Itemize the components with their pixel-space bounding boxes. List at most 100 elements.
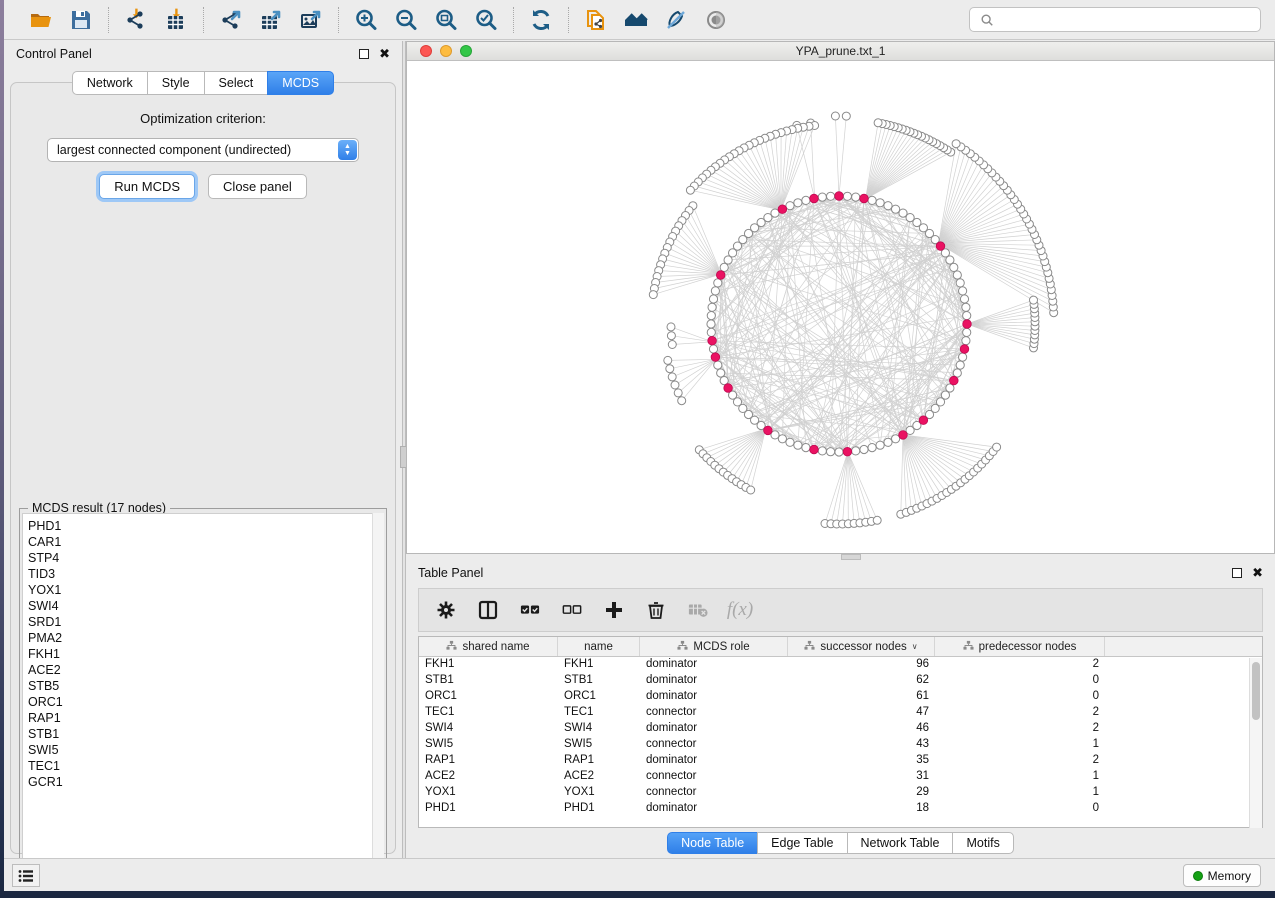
zoom-in-icon[interactable] bbox=[353, 7, 379, 33]
deselect-all-icon[interactable] bbox=[561, 599, 583, 621]
cell-predecessor_nodes: 2 bbox=[935, 657, 1105, 673]
table-row[interactable]: PHD1PHD1dominator180 bbox=[419, 801, 1262, 817]
column-type-icon bbox=[804, 640, 815, 654]
column-header-successor-nodes[interactable]: successor nodes∨ bbox=[788, 637, 935, 656]
export-table-icon[interactable] bbox=[258, 7, 284, 33]
network-canvas[interactable] bbox=[407, 62, 1274, 553]
mcds-result-item[interactable]: STP4 bbox=[28, 550, 373, 566]
zoom-fit-icon[interactable] bbox=[433, 7, 459, 33]
control-panel-tab-style[interactable]: Style bbox=[147, 71, 204, 95]
save-session-icon[interactable] bbox=[68, 7, 94, 33]
columns-icon[interactable] bbox=[477, 599, 499, 621]
cell-shared_name: SWI4 bbox=[419, 721, 558, 737]
cell-predecessor_nodes: 1 bbox=[935, 785, 1105, 801]
control-panel-tab-mcds[interactable]: MCDS bbox=[267, 71, 334, 95]
column-label: predecessor nodes bbox=[979, 641, 1077, 653]
table-panel-float-button[interactable] bbox=[1232, 568, 1242, 578]
cell-successor_nodes: 96 bbox=[788, 657, 935, 673]
cell-mcds_role: connector bbox=[640, 737, 788, 753]
cell-mcds_role: connector bbox=[640, 785, 788, 801]
delete-row-icon[interactable] bbox=[645, 599, 667, 621]
cell-predecessor_nodes: 1 bbox=[935, 769, 1105, 785]
table-row[interactable]: ORC1ORC1dominator610 bbox=[419, 689, 1262, 705]
column-header-predecessor-nodes[interactable]: predecessor nodes bbox=[935, 637, 1105, 656]
column-header-shared-name[interactable]: shared name bbox=[419, 637, 558, 656]
table-panel: Table Panel ✖ f(x) shared namenameMCDS r… bbox=[406, 560, 1275, 858]
table-row[interactable]: FKH1FKH1dominator962 bbox=[419, 657, 1262, 673]
clone-network-icon[interactable] bbox=[583, 7, 609, 33]
network-view-window: YPA_prune.txt_1 bbox=[406, 41, 1275, 554]
mcds-result-item[interactable]: CAR1 bbox=[28, 534, 373, 550]
mcds-result-item[interactable]: SWI4 bbox=[28, 598, 373, 614]
homes-icon[interactable] bbox=[623, 7, 649, 33]
mcds-result-item[interactable]: RAP1 bbox=[28, 710, 373, 726]
zoom-selected-icon[interactable] bbox=[473, 7, 499, 33]
mcds-result-item[interactable]: STB5 bbox=[28, 678, 373, 694]
node-table-scroll-thumb[interactable] bbox=[1252, 662, 1260, 720]
table-row[interactable]: TEC1TEC1connector472 bbox=[419, 705, 1262, 721]
cell-mcds_role: connector bbox=[640, 705, 788, 721]
mcds-result-list[interactable]: PHD1CAR1STP4TID3YOX1SWI4SRD1PMA2FKH1ACE2… bbox=[22, 513, 374, 877]
table-row[interactable]: ACE2ACE2connector311 bbox=[419, 769, 1262, 785]
mcds-result-item[interactable]: PMA2 bbox=[28, 630, 373, 646]
memory-button[interactable]: Memory bbox=[1183, 864, 1261, 887]
export-image-icon[interactable] bbox=[298, 7, 324, 33]
mcds-result-item[interactable]: YOX1 bbox=[28, 582, 373, 598]
status-bar: Memory bbox=[4, 858, 1275, 891]
network-window-titlebar[interactable]: YPA_prune.txt_1 bbox=[407, 42, 1274, 61]
add-row-icon[interactable] bbox=[603, 599, 625, 621]
table-tab-edge-table[interactable]: Edge Table bbox=[757, 832, 846, 854]
control-panel-float-button[interactable] bbox=[359, 49, 369, 59]
cell-predecessor_nodes: 2 bbox=[935, 721, 1105, 737]
mcds-result-item[interactable]: FKH1 bbox=[28, 646, 373, 662]
hide-style-icon[interactable] bbox=[663, 7, 689, 33]
node-table-scrollbar[interactable] bbox=[1249, 658, 1262, 828]
run-mcds-button[interactable]: Run MCDS bbox=[99, 174, 195, 199]
table-tab-node-table[interactable]: Node Table bbox=[667, 832, 757, 854]
import-table-icon[interactable] bbox=[163, 7, 189, 33]
mcds-result-item[interactable]: ACE2 bbox=[28, 662, 373, 678]
table-tab-motifs[interactable]: Motifs bbox=[952, 832, 1013, 854]
table-tab-network-table[interactable]: Network Table bbox=[847, 832, 953, 854]
control-panel-tab-network[interactable]: Network bbox=[72, 71, 147, 95]
zoom-out-icon[interactable] bbox=[393, 7, 419, 33]
mcds-result-item[interactable]: ORC1 bbox=[28, 694, 373, 710]
mcds-result-item[interactable]: SWI5 bbox=[28, 742, 373, 758]
task-history-button[interactable] bbox=[12, 864, 40, 887]
search-input[interactable] bbox=[1002, 13, 1254, 27]
mcds-result-item[interactable]: TEC1 bbox=[28, 758, 373, 774]
table-row[interactable]: RAP1RAP1dominator352 bbox=[419, 753, 1262, 769]
mcds-result-item[interactable]: TID3 bbox=[28, 566, 373, 582]
cell-successor_nodes: 18 bbox=[788, 801, 935, 817]
control-panel-tab-select[interactable]: Select bbox=[204, 71, 268, 95]
open-file-icon[interactable] bbox=[28, 7, 54, 33]
select-all-icon[interactable] bbox=[519, 599, 541, 621]
column-header-name[interactable]: name bbox=[558, 637, 640, 656]
table-panel-close-button[interactable]: ✖ bbox=[1252, 568, 1263, 578]
criterion-dropdown[interactable]: largest connected component (undirected)… bbox=[47, 138, 359, 162]
table-row[interactable]: SWI4SWI4dominator462 bbox=[419, 721, 1262, 737]
toolbar-group bbox=[514, 7, 568, 33]
cell-mcds_role: dominator bbox=[640, 657, 788, 673]
mcds-result-item[interactable]: GCR1 bbox=[28, 774, 373, 790]
cell-shared_name: PHD1 bbox=[419, 801, 558, 817]
table-row[interactable]: YOX1YOX1connector291 bbox=[419, 785, 1262, 801]
cell-shared_name: ACE2 bbox=[419, 769, 558, 785]
control-panel-close-button[interactable]: ✖ bbox=[379, 49, 390, 59]
import-network-icon[interactable] bbox=[123, 7, 149, 33]
refresh-icon[interactable] bbox=[528, 7, 554, 33]
mcds-result-item[interactable]: STB1 bbox=[28, 726, 373, 742]
table-row[interactable]: SWI5SWI5connector431 bbox=[419, 737, 1262, 753]
mcds-result-scrollbar[interactable] bbox=[372, 513, 384, 877]
toolbar-group bbox=[14, 7, 108, 33]
mcds-result-item[interactable]: SRD1 bbox=[28, 614, 373, 630]
export-network-icon[interactable] bbox=[218, 7, 244, 33]
column-header-MCDS-role[interactable]: MCDS role bbox=[640, 637, 788, 656]
show-graphics-icon[interactable] bbox=[703, 7, 729, 33]
cell-shared_name: RAP1 bbox=[419, 753, 558, 769]
close-panel-button[interactable]: Close panel bbox=[208, 174, 307, 199]
cell-mcds_role: dominator bbox=[640, 689, 788, 705]
table-row[interactable]: STB1STB1dominator620 bbox=[419, 673, 1262, 689]
mcds-result-item[interactable]: PHD1 bbox=[28, 518, 373, 534]
settings-gear-icon[interactable] bbox=[435, 599, 457, 621]
